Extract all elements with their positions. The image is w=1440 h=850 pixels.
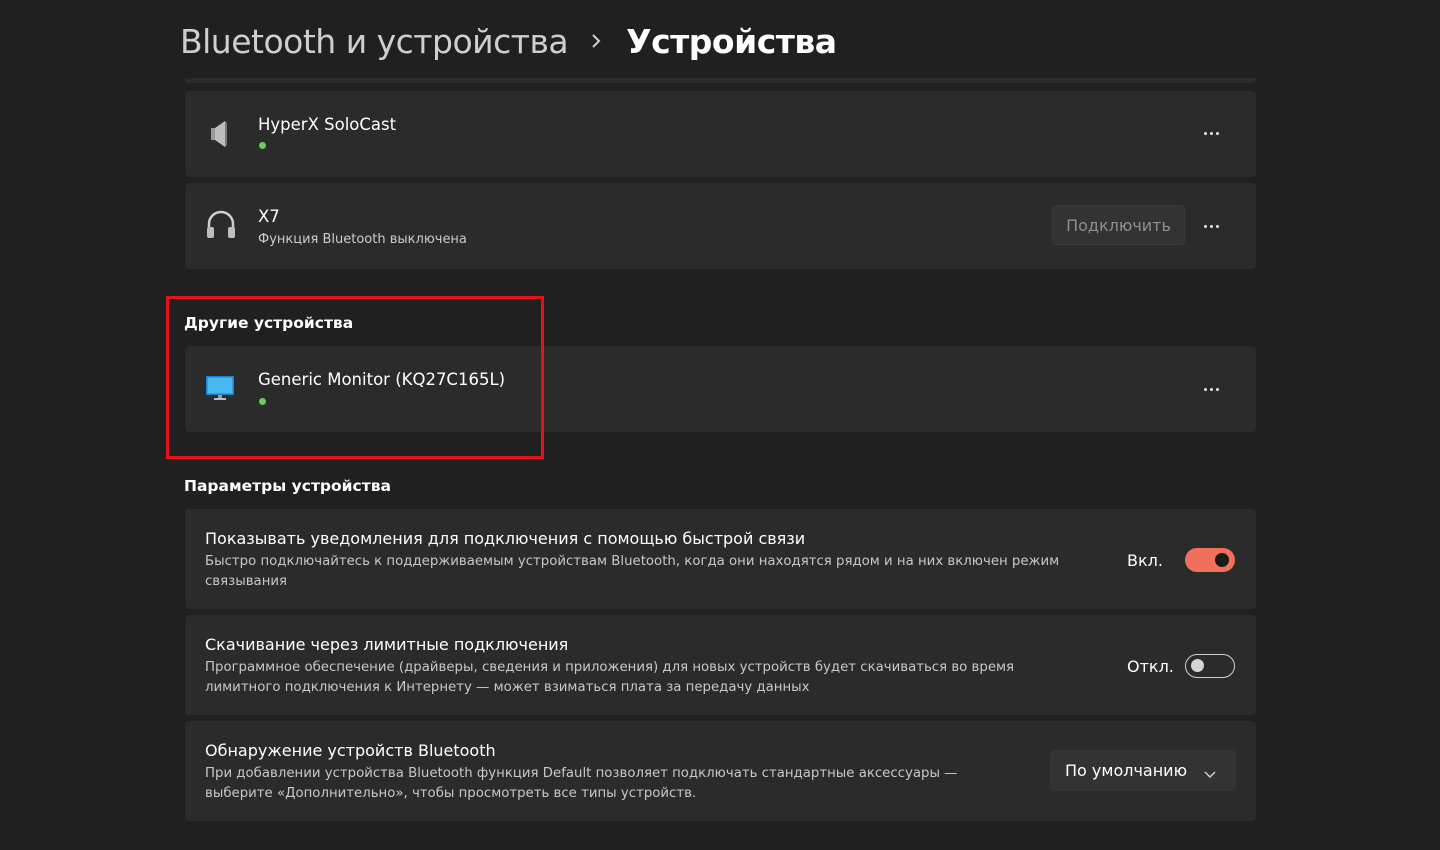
more-options-button[interactable] bbox=[1196, 211, 1226, 241]
swift-pair-toggle[interactable] bbox=[1185, 548, 1235, 572]
highlight-annotation bbox=[166, 296, 544, 459]
dot-icon bbox=[1215, 224, 1219, 228]
setting-description-line: При добавлении устройства Bluetooth функ… bbox=[205, 766, 958, 781]
dot-icon bbox=[1203, 224, 1207, 228]
toggle-state-label: Вкл. bbox=[1127, 551, 1163, 570]
toggle-knob bbox=[1215, 553, 1229, 567]
device-name: HyperX SoloCast bbox=[258, 115, 397, 134]
toggle-knob bbox=[1191, 659, 1204, 672]
dot-icon bbox=[1203, 131, 1207, 135]
more-options-button[interactable] bbox=[1196, 118, 1226, 148]
device-name: X7 bbox=[258, 207, 280, 226]
connected-status-dot bbox=[259, 142, 266, 149]
dot-icon bbox=[1209, 387, 1213, 391]
device-card-x7[interactable]: X7 Функция Bluetooth выключена Подключит… bbox=[185, 183, 1256, 269]
more-options-button[interactable] bbox=[1196, 374, 1226, 404]
breadcrumb: Bluetooth и устройства Устройства bbox=[180, 18, 837, 64]
section-title-device-settings: Параметры устройства bbox=[184, 477, 391, 495]
toggle-state-label: Откл. bbox=[1127, 657, 1174, 676]
setting-title: Обнаружение устройств Bluetooth bbox=[205, 741, 496, 760]
dropdown-selected-value: По умолчанию bbox=[1065, 761, 1188, 780]
connect-button[interactable]: Подключить bbox=[1052, 205, 1185, 245]
previous-card-edge bbox=[185, 78, 1256, 83]
dot-icon bbox=[1215, 131, 1219, 135]
dot-icon bbox=[1209, 131, 1213, 135]
headphones-icon bbox=[205, 209, 237, 245]
setting-description-line: лимитного подключения к Интернету — може… bbox=[205, 680, 810, 695]
setting-description-line: связывания bbox=[205, 574, 288, 589]
setting-title: Скачивание через лимитные подключения bbox=[205, 635, 569, 654]
setting-metered-download: Скачивание через лимитные подключения Пр… bbox=[185, 615, 1256, 715]
setting-description-line: Программное обеспечение (драйверы, сведе… bbox=[205, 660, 1015, 675]
breadcrumb-parent[interactable]: Bluetooth и устройства bbox=[180, 22, 569, 61]
chevron-down-icon bbox=[1204, 764, 1216, 783]
dot-icon bbox=[1203, 387, 1207, 391]
setting-swift-pair: Показывать уведомления для подключения с… bbox=[185, 509, 1256, 609]
setting-description-line: Быстро подключайтесь к поддерживаемым ус… bbox=[205, 554, 1060, 569]
device-card-hyperx[interactable]: HyperX SoloCast bbox=[185, 91, 1256, 177]
dot-icon bbox=[1209, 224, 1213, 228]
chevron-right-icon bbox=[590, 34, 604, 48]
discovery-mode-dropdown[interactable]: По умолчанию bbox=[1050, 750, 1236, 791]
page-title: Устройства bbox=[626, 21, 837, 61]
dot-icon bbox=[1215, 387, 1219, 391]
setting-bluetooth-discovery: Обнаружение устройств Bluetooth При доба… bbox=[185, 721, 1256, 821]
setting-title: Показывать уведомления для подключения с… bbox=[205, 529, 806, 548]
device-status-text: Функция Bluetooth выключена bbox=[258, 232, 467, 247]
speaker-icon bbox=[205, 118, 231, 154]
setting-description-line: выберите «Дополнительно», чтобы просмотр… bbox=[205, 786, 697, 801]
metered-download-toggle[interactable] bbox=[1185, 654, 1235, 678]
